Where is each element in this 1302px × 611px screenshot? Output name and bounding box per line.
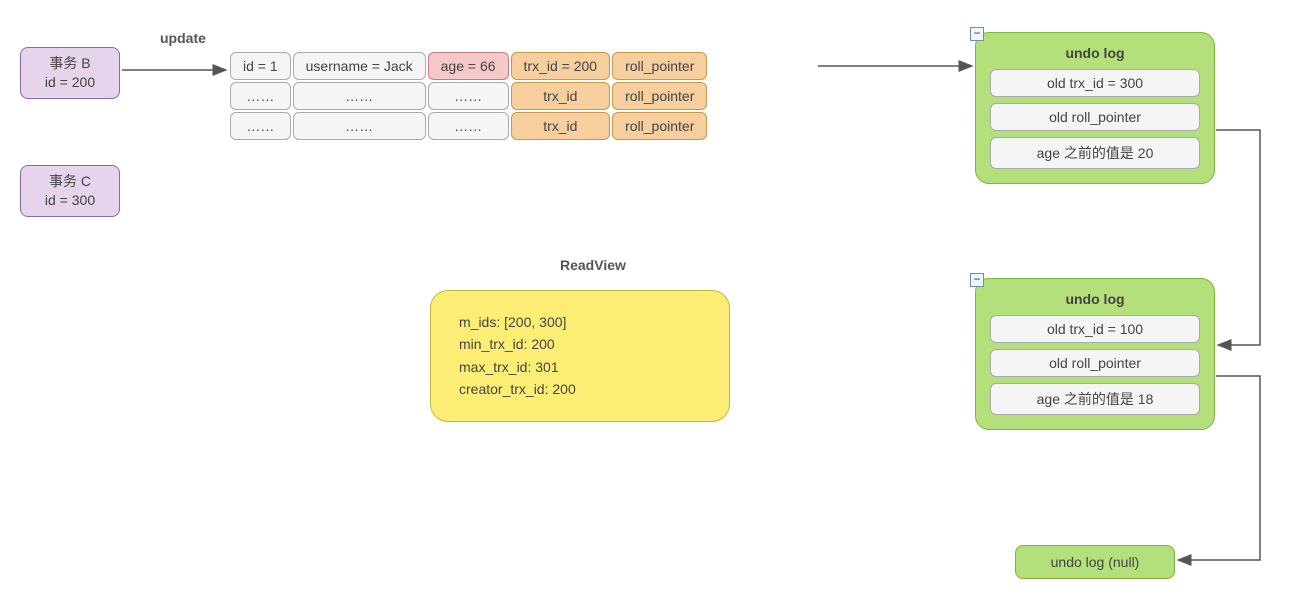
cell-username: username = Jack bbox=[293, 52, 426, 80]
cell-id: id = 1 bbox=[230, 52, 291, 80]
transaction-b-id: id = 200 bbox=[31, 73, 109, 92]
undo-log-box-1: − undo log old trx_id = 300 old roll_poi… bbox=[975, 32, 1215, 184]
undo-log-box-2: − undo log old trx_id = 100 old roll_poi… bbox=[975, 278, 1215, 430]
cell-age: age = 66 bbox=[428, 52, 509, 80]
cell-age: …… bbox=[428, 82, 509, 110]
cell-id: …… bbox=[230, 112, 291, 140]
undo-old-roll-ptr: old roll_pointer bbox=[990, 349, 1200, 377]
cell-id: …… bbox=[230, 82, 291, 110]
transaction-b-name: 事务 B bbox=[31, 54, 109, 73]
undo-log-title: undo log bbox=[990, 45, 1200, 61]
readview-m-ids: m_ids: [200, 300] bbox=[459, 311, 701, 333]
collapse-icon[interactable]: − bbox=[970, 27, 984, 41]
collapse-icon[interactable]: − bbox=[970, 273, 984, 287]
table-row: id = 1 username = Jack age = 66 trx_id =… bbox=[230, 52, 707, 80]
cell-age: …… bbox=[428, 112, 509, 140]
cell-username: …… bbox=[293, 82, 426, 110]
cell-roll-ptr: roll_pointer bbox=[612, 112, 707, 140]
readview-creator-trx: creator_trx_id: 200 bbox=[459, 378, 701, 400]
cell-roll-ptr: roll_pointer bbox=[612, 52, 707, 80]
readview-box: m_ids: [200, 300] min_trx_id: 200 max_tr… bbox=[430, 290, 730, 422]
undo-log-null: undo log (null) bbox=[1015, 545, 1175, 579]
update-label: update bbox=[160, 30, 206, 46]
undo-age-prev: age 之前的值是 18 bbox=[990, 383, 1200, 415]
undo-age-prev: age 之前的值是 20 bbox=[990, 137, 1200, 169]
undo-log-title: undo log bbox=[990, 291, 1200, 307]
data-rows-table: id = 1 username = Jack age = 66 trx_id =… bbox=[228, 50, 709, 142]
undo-old-roll-ptr: old roll_pointer bbox=[990, 103, 1200, 131]
readview-min-trx-id: min_trx_id: 200 bbox=[459, 333, 701, 355]
transaction-c-box: 事务 C id = 300 bbox=[20, 165, 120, 217]
transaction-c-id: id = 300 bbox=[31, 191, 109, 210]
undo-old-trx-id: old trx_id = 300 bbox=[990, 69, 1200, 97]
cell-trx-id: trx_id = 200 bbox=[511, 52, 611, 80]
cell-trx-id: trx_id bbox=[511, 112, 611, 140]
transaction-c-name: 事务 C bbox=[31, 172, 109, 191]
readview-max-trx-id: max_trx_id: 301 bbox=[459, 356, 701, 378]
undo-old-trx-id: old trx_id = 100 bbox=[990, 315, 1200, 343]
transaction-b-box: 事务 B id = 200 bbox=[20, 47, 120, 99]
cell-roll-ptr: roll_pointer bbox=[612, 82, 707, 110]
cell-username: …… bbox=[293, 112, 426, 140]
table-row: …… …… …… trx_id roll_pointer bbox=[230, 82, 707, 110]
arrow-undo1-to-undo2 bbox=[1216, 130, 1260, 345]
cell-trx-id: trx_id bbox=[511, 82, 611, 110]
table-row: …… …… …… trx_id roll_pointer bbox=[230, 112, 707, 140]
readview-title: ReadView bbox=[560, 257, 626, 273]
